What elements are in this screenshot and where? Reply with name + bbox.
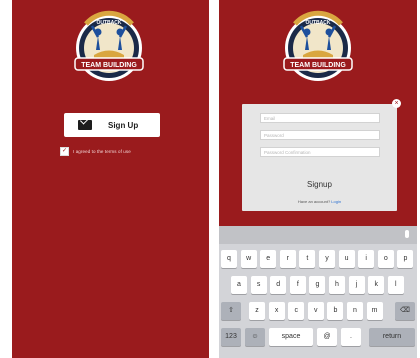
key-p[interactable]: p bbox=[397, 250, 414, 268]
sign-up-button[interactable]: Sign Up bbox=[64, 113, 160, 137]
on-screen-keyboard: q w e r t y u i o p a s d f g h j k l ⇧ z x c v b n m ⌫ 123 ☺ space @. r… bbox=[219, 226, 417, 358]
svg-text:TEAM BUILDING: TEAM BUILDING bbox=[290, 62, 346, 69]
numbers-key[interactable]: 123 bbox=[221, 328, 241, 346]
key-c[interactable]: c bbox=[288, 302, 305, 320]
key-z[interactable]: z bbox=[249, 302, 265, 320]
svg-text:& TRAINING: & TRAINING bbox=[307, 72, 330, 77]
terms-agreement: ✓ I agreed to the terms of use bbox=[60, 147, 131, 156]
team-building-logo: OUTBACK TEAM BUILDING & TRAINING bbox=[66, 10, 152, 92]
key-a[interactable]: a bbox=[231, 276, 247, 294]
return-key[interactable]: return bbox=[369, 328, 415, 346]
password-field[interactable]: Password bbox=[260, 130, 380, 140]
shift-key[interactable]: ⇧ bbox=[221, 302, 241, 320]
period-key[interactable]: . bbox=[341, 328, 361, 346]
svg-text:OUTBACK: OUTBACK bbox=[306, 20, 331, 26]
email-field[interactable]: Email bbox=[260, 113, 380, 123]
delete-key[interactable]: ⌫ bbox=[395, 302, 415, 320]
signup-submit-button[interactable]: Signup bbox=[242, 180, 397, 189]
svg-text:OUTBACK: OUTBACK bbox=[97, 20, 122, 26]
screen-signup-start: OUTBACK TEAM BUILDING & TRAINING Sign Up… bbox=[12, 0, 209, 358]
signup-modal: × Email Password Password Confirmation S… bbox=[242, 99, 401, 211]
key-n[interactable]: n bbox=[347, 302, 363, 320]
key-d[interactable]: d bbox=[270, 276, 287, 294]
key-x[interactable]: x bbox=[268, 302, 285, 320]
key-m[interactable]: m bbox=[366, 302, 383, 320]
space-key[interactable]: space bbox=[269, 328, 313, 346]
key-g[interactable]: g bbox=[309, 276, 326, 294]
key-b[interactable]: b bbox=[327, 302, 344, 320]
key-w[interactable]: w bbox=[240, 250, 257, 268]
team-building-logo: OUTBACK TEAM BUILDING & TRAINING bbox=[275, 10, 361, 92]
login-prompt-text: Have an account? bbox=[297, 199, 332, 204]
screen-signup-form: OUTBACK TEAM BUILDING & TRAINING × Email… bbox=[219, 0, 417, 358]
terms-text[interactable]: I agreed to the terms of use bbox=[73, 149, 131, 154]
key-k[interactable]: k bbox=[368, 276, 385, 294]
svg-text:TEAM BUILDING: TEAM BUILDING bbox=[81, 62, 137, 69]
login-prompt: Have an account? Login bbox=[242, 199, 397, 204]
at-key[interactable]: @ bbox=[317, 328, 337, 346]
mail-icon bbox=[78, 120, 92, 130]
key-l[interactable]: l bbox=[387, 276, 404, 294]
emoji-key[interactable]: ☺ bbox=[245, 328, 265, 346]
key-h[interactable]: h bbox=[329, 276, 345, 294]
key-i[interactable]: i bbox=[358, 250, 375, 268]
login-link[interactable]: Login bbox=[331, 199, 341, 204]
key-t[interactable]: t bbox=[299, 250, 316, 268]
key-q[interactable]: q bbox=[221, 250, 237, 268]
dictation-icon[interactable] bbox=[405, 230, 409, 238]
close-icon[interactable]: × bbox=[392, 99, 401, 108]
key-v[interactable]: v bbox=[307, 302, 324, 320]
key-r[interactable]: r bbox=[279, 250, 296, 268]
terms-checkbox[interactable]: ✓ bbox=[60, 147, 69, 156]
password-confirmation-field[interactable]: Password Confirmation bbox=[260, 147, 380, 157]
key-f[interactable]: f bbox=[289, 276, 306, 294]
key-u[interactable]: u bbox=[338, 250, 355, 268]
svg-text:& TRAINING: & TRAINING bbox=[98, 72, 121, 77]
sign-up-label: Sign Up bbox=[108, 120, 139, 130]
key-j[interactable]: j bbox=[348, 276, 365, 294]
key-s[interactable]: s bbox=[250, 276, 267, 294]
key-o[interactable]: o bbox=[377, 250, 394, 268]
key-y[interactable]: y bbox=[319, 250, 335, 268]
keyboard-accessory-bar bbox=[219, 226, 417, 244]
key-e[interactable]: e bbox=[260, 250, 277, 268]
